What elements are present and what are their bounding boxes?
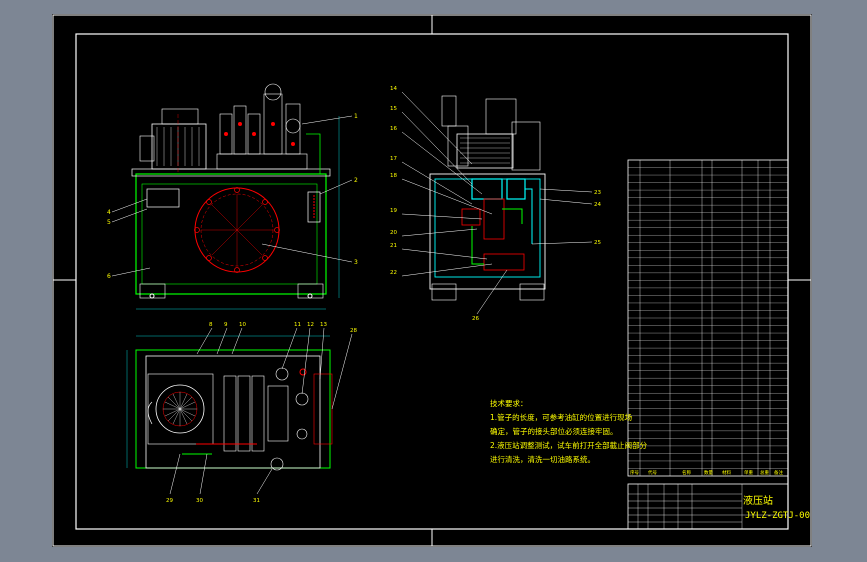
- bom-header-cell: 单重: [744, 469, 753, 476]
- balloon-top-10: 31: [253, 498, 260, 504]
- balloon-side-7: 20: [390, 230, 397, 236]
- balloon-top-2: 9: [224, 322, 228, 328]
- balloon-front-5: 5: [107, 219, 111, 226]
- technical-notes-heading: 技术要求：: [490, 399, 528, 408]
- balloon-side-5: 18: [390, 173, 397, 179]
- balloon-front-1: 1: [354, 113, 358, 120]
- balloon-side-10: 23: [594, 190, 601, 196]
- drawing-canvas: 1 2 3 4 5 6 14 15 16 17 18 19 20 21 22 2…: [52, 14, 812, 547]
- bom-header-cell: 序号: [630, 469, 639, 476]
- balloon-side-13: 26: [472, 316, 479, 322]
- drawing-title: 液压站: [743, 496, 773, 507]
- drawing-number: JYLZ-ZGTJ-00: [745, 511, 811, 521]
- balloon-side-2: 15: [390, 106, 397, 112]
- bom-header-cell: 数量: [704, 469, 713, 476]
- inner-frame: [75, 33, 789, 530]
- balloon-side-6: 19: [390, 208, 397, 214]
- balloon-top-4: 11: [294, 322, 301, 328]
- balloon-top-5: 12: [307, 322, 314, 328]
- drawing-sheet: 1 2 3 4 5 6 14 15 16 17 18 19 20 21 22 2…: [52, 14, 812, 547]
- balloon-front-3: 3: [354, 259, 358, 266]
- balloon-top-8: 29: [166, 498, 173, 504]
- balloon-top-7: 28: [350, 328, 357, 334]
- balloon-front-2: 2: [354, 177, 358, 184]
- balloon-top-9: 30: [196, 498, 203, 504]
- parts-list: 序号 代号 名称 数量 材料 单重 总重 备注: [627, 159, 789, 477]
- balloon-front-6: 6: [107, 273, 111, 280]
- side-view: 14 15 16 17 18 19 20 21 22 23 24 25 26: [390, 86, 601, 322]
- front-view: [111, 83, 353, 310]
- balloon-side-9: 22: [390, 270, 397, 276]
- technical-note-line: 2.液压站调整测试，试车前打开全部截止阀部分: [490, 441, 648, 450]
- technical-note-line: 确定，管子的接头部位必须连接牢固。: [490, 427, 618, 436]
- balloon-top-3: 10: [239, 322, 246, 328]
- bom-header-cell: 总重: [760, 469, 769, 476]
- balloon-side-3: 16: [390, 126, 397, 132]
- top-view: 8 9 10 11 12 13 28 29 30 31: [126, 322, 357, 504]
- balloon-side-12: 25: [594, 240, 601, 246]
- balloon-front-4: 4: [107, 209, 111, 216]
- balloon-side-1: 14: [390, 86, 397, 92]
- balloon-top-1: 8: [209, 322, 213, 328]
- balloon-side-4: 17: [390, 156, 397, 162]
- bom-header-cell: 代号: [648, 469, 657, 476]
- bom-header-cell: 名称: [682, 469, 691, 476]
- balloon-top-6: 13: [320, 322, 327, 328]
- bom-header-cell: 备注: [774, 469, 783, 476]
- technical-note-line: 1.管子的长度，可参考油缸的位置进行现场: [490, 413, 633, 422]
- technical-note-line: 进行清洗，清洗一切油路系统。: [490, 455, 595, 464]
- balloon-side-11: 24: [594, 202, 601, 208]
- technical-notes: 技术要求： 1.管子的长度，可参考油缸的位置进行现场 确定，管子的接头部位必须连…: [490, 397, 647, 467]
- bom-header-cell: 材料: [722, 469, 731, 476]
- balloon-side-8: 21: [390, 243, 397, 249]
